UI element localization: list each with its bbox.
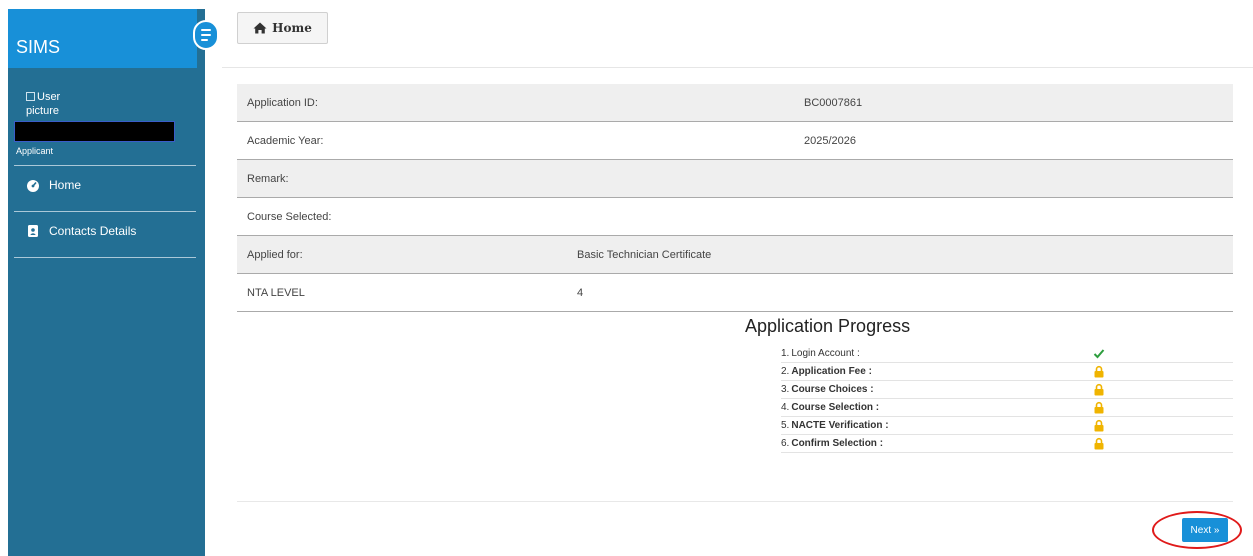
table-row: Remark: — [237, 160, 1233, 198]
progress-step: 6. Confirm Selection : — [781, 435, 1233, 453]
checkmark-icon — [1093, 349, 1105, 359]
step-number: 2. — [781, 366, 790, 377]
sidebar-item-label: Home — [49, 178, 82, 192]
step-label: Login Account : — [791, 348, 860, 359]
header-divider — [222, 67, 1253, 68]
table-row: Applied for: Basic Technician Certificat… — [237, 236, 1233, 274]
table-row: Academic Year: 2025/2026 — [237, 122, 1233, 160]
lock-icon — [1094, 437, 1104, 450]
progress-step: 4. Course Selection : — [781, 399, 1233, 417]
lock-icon — [1094, 365, 1104, 378]
home-icon — [253, 22, 267, 34]
menu-icon-bar — [201, 29, 211, 31]
user-name-redacted — [14, 121, 175, 142]
brand-title[interactable]: SIMS — [16, 37, 60, 58]
user-picture: User picture — [26, 90, 86, 118]
table-row: NTA LEVEL 4 — [237, 274, 1233, 312]
row-key: NTA LEVEL — [247, 287, 305, 299]
progress-step: 2. Application Fee : — [781, 363, 1233, 381]
applied-for-value: Basic Technician Certificate — [577, 249, 712, 261]
sidebar-item-home[interactable]: Home — [26, 178, 81, 192]
progress-title: Application Progress — [745, 316, 911, 336]
step-number: 3. — [781, 384, 790, 395]
table-row: Application ID: BC0007861 — [237, 84, 1233, 122]
step-label: Course Choices : — [791, 384, 874, 395]
progress-steps: 1. Login Account : 2. Application Fee : 3.… — [781, 345, 1233, 453]
progress-step: 3. Course Choices : — [781, 381, 1233, 399]
step-number: 4. — [781, 402, 790, 413]
broken-image-icon — [26, 92, 35, 101]
step-number: 6. — [781, 438, 790, 449]
row-key: Course Selected: — [247, 211, 332, 223]
sidebar-item-contacts[interactable]: Contacts Details — [26, 224, 136, 238]
home-button[interactable]: Home — [237, 12, 328, 44]
sidebar-item-label: Contacts Details — [49, 224, 137, 238]
step-label: Confirm Selection : — [791, 438, 884, 449]
next-button-highlight-circle — [1152, 511, 1242, 549]
academic-year-value: 2025/2026 — [804, 135, 856, 147]
row-key: Application ID: — [247, 97, 318, 109]
progress-step: 5. NACTE Verification : — [781, 417, 1233, 435]
step-label: Application Fee : — [791, 366, 872, 377]
lock-icon — [1094, 419, 1104, 432]
step-label: Course Selection : — [791, 402, 880, 413]
sidebar-divider — [14, 165, 196, 166]
lock-icon — [1094, 383, 1104, 396]
step-number: 5. — [781, 420, 790, 431]
sidebar-divider — [14, 257, 196, 258]
row-key: Applied for: — [247, 249, 303, 261]
row-key: Academic Year: — [247, 135, 324, 147]
dashboard-icon — [27, 180, 39, 192]
application-id-value: BC0007861 — [804, 97, 863, 109]
menu-icon-bar — [201, 34, 211, 36]
user-role: Applicant — [16, 146, 54, 156]
application-info-table: Application ID: BC0007861 Academic Year:… — [237, 84, 1233, 312]
step-number: 1. — [781, 348, 790, 359]
footer-divider — [237, 501, 1233, 502]
nta-level-value: 4 — [577, 287, 584, 299]
sidebar-divider — [14, 211, 196, 212]
row-key: Remark: — [247, 173, 289, 185]
step-label: NACTE Verification : — [791, 420, 889, 431]
menu-icon-bar — [201, 39, 208, 41]
progress-step: 1. Login Account : — [781, 345, 1233, 363]
brand-header: SIMS — [8, 9, 197, 68]
contact-card-icon — [28, 225, 38, 237]
table-row: Course Selected: — [237, 198, 1233, 236]
home-button-label: Home — [272, 21, 312, 35]
lock-icon — [1094, 401, 1104, 414]
sidebar-toggle-button[interactable] — [193, 20, 219, 50]
